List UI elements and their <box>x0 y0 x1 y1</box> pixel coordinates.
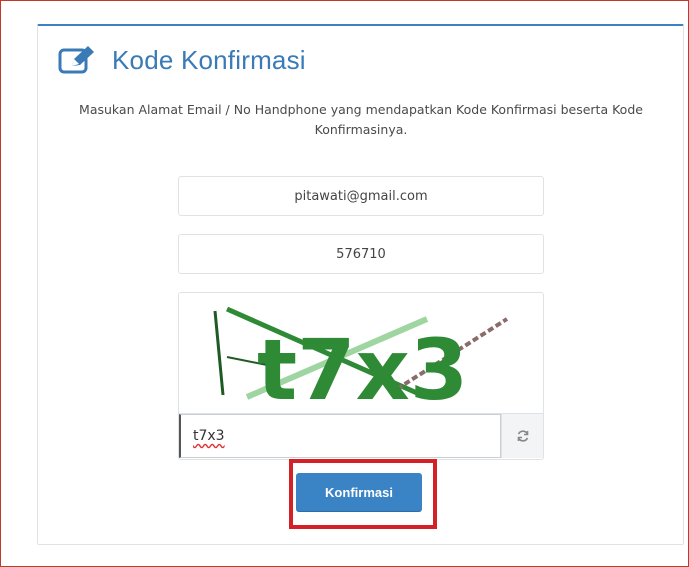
konfirmasi-button[interactable]: Konfirmasi <box>296 473 422 511</box>
captcha-input-value: t7x3 <box>193 428 225 444</box>
refresh-captcha-button[interactable] <box>501 414 543 458</box>
card-header: Kode Konfirmasi <box>58 44 306 76</box>
confirmation-code-field[interactable]: 576710 <box>178 234 544 274</box>
refresh-icon <box>517 430 528 442</box>
page-title: Kode Konfirmasi <box>112 44 306 75</box>
captcha-input-row: t7x3 <box>179 413 543 460</box>
email-field[interactable]: pitawati@gmail.com <box>178 176 544 216</box>
edit-pencil-icon <box>58 46 94 74</box>
captcha-box: t7x3 t7x3 <box>178 292 544 460</box>
captcha-image: t7x3 <box>213 306 509 407</box>
captcha-text: t7x3 <box>257 321 468 407</box>
captcha-input[interactable]: t7x3 <box>179 414 501 458</box>
confirmation-card: Kode Konfirmasi Masukan Alamat Email / N… <box>37 24 684 545</box>
instruction-text: Masukan Alamat Email / No Handphone yang… <box>79 102 643 137</box>
